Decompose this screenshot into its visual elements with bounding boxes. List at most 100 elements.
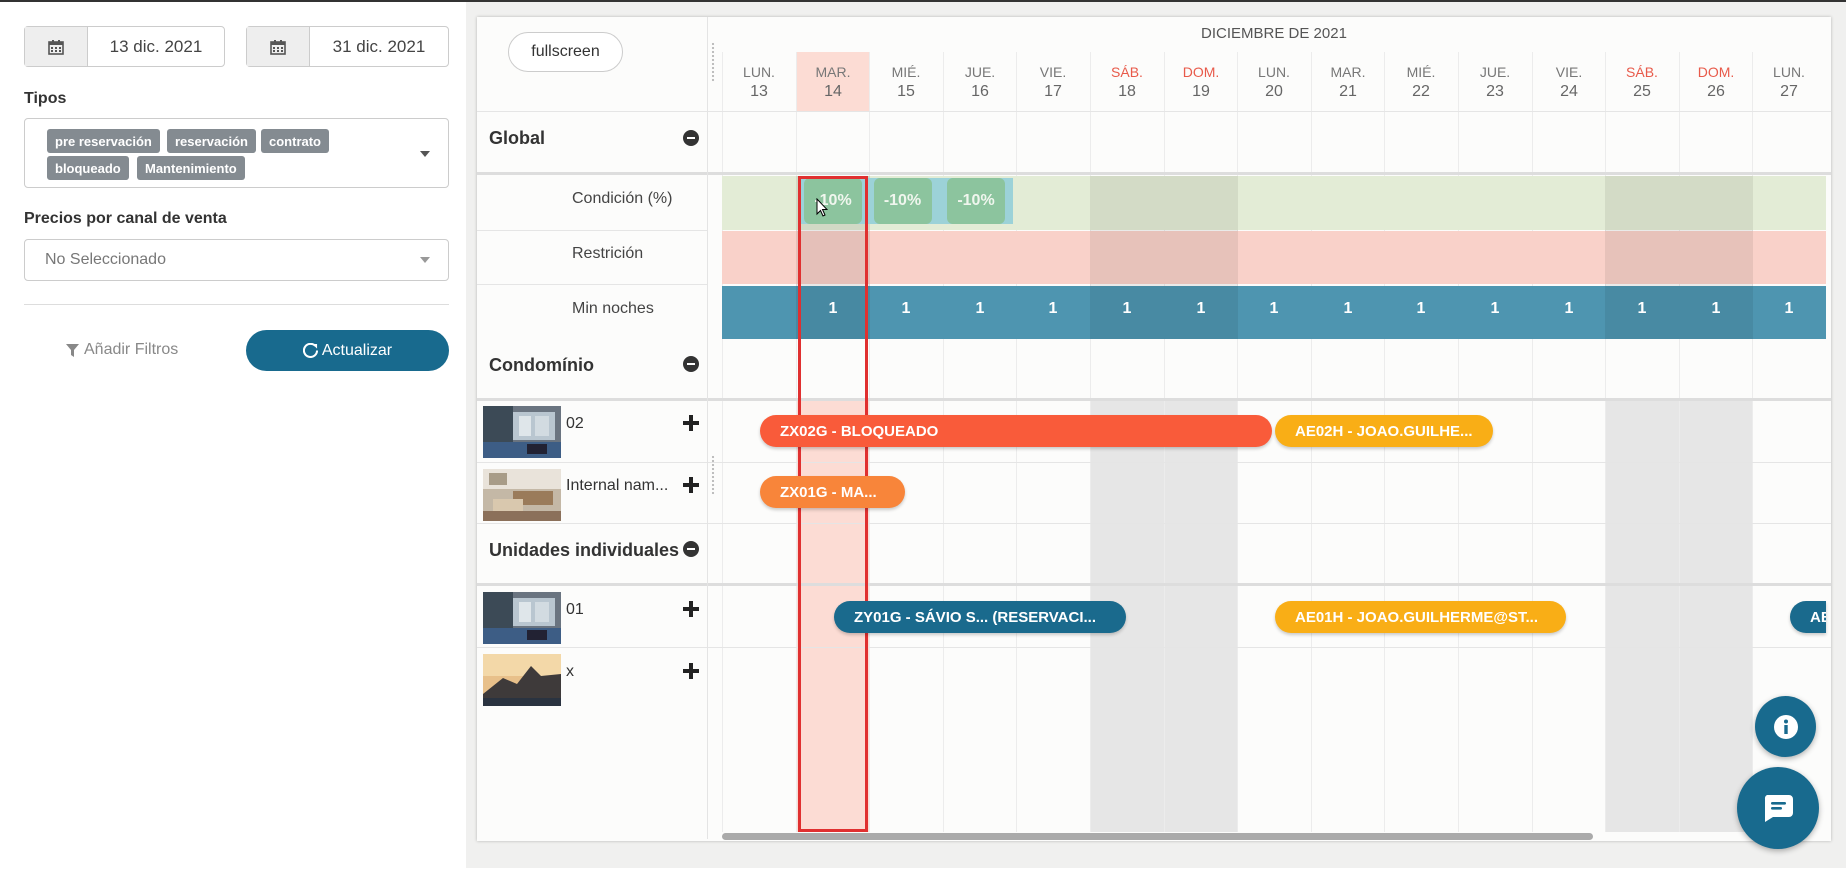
resize-handle[interactable]	[711, 42, 715, 82]
unit-name[interactable]: 02	[566, 415, 584, 433]
day-of-week: SÁB.	[1111, 64, 1143, 80]
tag-reservacion[interactable]: reservación	[167, 129, 256, 153]
min-noches-cell[interactable]: 1	[1384, 300, 1458, 318]
min-noches-cell[interactable]: 1	[1458, 300, 1532, 318]
day-header[interactable]: MIÉ. 15	[869, 52, 943, 112]
tipos-label: Tipos	[24, 90, 67, 107]
day-of-week: LUN.	[1258, 64, 1290, 80]
group-title-individuales: Unidades individuales	[489, 540, 680, 560]
expand-icon[interactable]	[683, 477, 699, 493]
unit-thumbnail	[483, 469, 561, 521]
discount-cell[interactable]: -10%	[939, 178, 1013, 224]
day-header[interactable]: DOM. 19	[1164, 52, 1238, 112]
info-button[interactable]	[1755, 696, 1816, 757]
date-to-value[interactable]: 31 dic. 2021	[310, 27, 448, 66]
expand-icon[interactable]	[683, 601, 699, 617]
day-header[interactable]: VIE. 17	[1016, 52, 1090, 112]
chat-button[interactable]	[1737, 767, 1819, 849]
date-from-value[interactable]: 13 dic. 2021	[88, 27, 224, 66]
min-noches-cell[interactable]: 1	[943, 300, 1017, 318]
booking-bar[interactable]: ZY01G - SÁVIO S... (RESERVACI...	[834, 601, 1126, 633]
mouse-cursor-icon	[816, 198, 828, 217]
unit-name[interactable]: x	[566, 663, 574, 681]
collapse-icon[interactable]	[683, 356, 699, 372]
min-noches-cell[interactable]: 1	[1090, 300, 1164, 318]
day-header[interactable]: SÁB. 25	[1605, 52, 1679, 112]
day-header[interactable]: LUN. 20	[1237, 52, 1311, 112]
scrollbar-thumb[interactable]	[722, 833, 1593, 840]
tag-contrato[interactable]: contrato	[261, 129, 329, 153]
chevron-down-icon[interactable]	[420, 151, 430, 157]
day-header[interactable]: MAR. 14	[796, 52, 870, 112]
day-header[interactable]: JUE. 16	[943, 52, 1017, 112]
tag-bloqueado[interactable]: bloqueado	[47, 156, 129, 180]
precios-select[interactable]: No Seleccionado	[24, 239, 449, 281]
column-divider	[722, 52, 723, 832]
day-number: 26	[1707, 83, 1725, 100]
column-divider	[1532, 52, 1533, 832]
day-header[interactable]: DOM. 26	[1679, 52, 1753, 112]
day-header[interactable]: LUN. 27	[1752, 52, 1826, 112]
discount-cell[interactable]: -10%	[866, 178, 939, 224]
min-noches-cell[interactable]: 1	[1679, 300, 1753, 318]
date-from-field[interactable]: 13 dic. 2021	[24, 26, 225, 67]
filter-icon	[66, 343, 79, 357]
tag-mantenimiento[interactable]: Mantenimiento	[137, 156, 245, 180]
min-noches-cell[interactable]: 1	[1605, 300, 1679, 318]
refresh-icon	[302, 343, 318, 358]
min-noches-cell[interactable]: 1	[1164, 300, 1238, 318]
day-number: 27	[1780, 83, 1798, 100]
min-noches-cell[interactable]: 1	[1532, 300, 1606, 318]
min-noches-cell[interactable]: 1	[1016, 300, 1090, 318]
chevron-down-icon[interactable]	[420, 257, 430, 263]
booking-bar[interactable]: AE02H - JOAO.GUILHE...	[1275, 415, 1493, 447]
collapse-icon[interactable]	[683, 541, 699, 557]
day-header[interactable]: VIE. 24	[1532, 52, 1606, 112]
collapse-icon[interactable]	[683, 130, 699, 146]
month-label: DICIEMBRE DE 2021	[1201, 25, 1347, 42]
min-noches-cell[interactable]: 1	[869, 300, 943, 318]
resize-handle[interactable]	[711, 455, 715, 495]
date-to-field[interactable]: 31 dic. 2021	[246, 26, 449, 67]
day-number: 15	[897, 83, 915, 100]
day-of-week: VIE.	[1555, 64, 1583, 80]
calendar-icon[interactable]	[247, 27, 310, 66]
day-number: 21	[1339, 83, 1357, 100]
day-of-week: MAR.	[1330, 64, 1366, 80]
weekend-column	[1605, 398, 1679, 832]
day-header[interactable]: MIÉ. 22	[1384, 52, 1458, 112]
booking-bar[interactable]: AE01H - JOAO.GUILHERME@ST...	[1275, 601, 1566, 633]
day-number: 16	[971, 83, 989, 100]
condicion-label: Condición (%)	[572, 190, 673, 207]
weekend-column	[1679, 398, 1753, 832]
min-noches-cell[interactable]: 1	[1752, 300, 1826, 318]
update-button[interactable]: Actualizar	[246, 330, 449, 371]
day-number: 24	[1560, 83, 1578, 100]
day-of-week: MIÉ.	[891, 64, 921, 80]
day-of-week: JUE.	[1479, 64, 1511, 80]
booking-bar[interactable]: AE	[1790, 601, 1826, 633]
expand-icon[interactable]	[683, 663, 699, 679]
tag-pre-reservacion[interactable]: pre reservación	[47, 129, 160, 153]
expand-icon[interactable]	[683, 415, 699, 431]
fullscreen-button[interactable]: fullscreen	[508, 32, 623, 72]
calendar-icon[interactable]	[25, 27, 88, 66]
booking-bar[interactable]: ZX01G - MA...	[760, 476, 905, 508]
day-header[interactable]: JUE. 23	[1458, 52, 1532, 112]
day-number: 13	[750, 83, 768, 100]
restriccion-label: Restrición	[572, 245, 644, 262]
unit-name[interactable]: Internal nam...	[566, 477, 668, 495]
unit-name[interactable]: 01	[566, 601, 584, 619]
tipos-multiselect[interactable]: pre reservación reservación contrato blo…	[24, 118, 449, 188]
day-header[interactable]: SÁB. 18	[1090, 52, 1164, 112]
day-header[interactable]: LUN. 13	[722, 52, 796, 112]
day-header[interactable]: MAR. 21	[1311, 52, 1385, 112]
day-number: 14	[824, 83, 842, 100]
day-of-week: MAR.	[815, 64, 851, 80]
min-noches-cell[interactable]: 1	[1237, 300, 1311, 318]
booking-bar[interactable]: ZX02G - BLOQUEADO	[760, 415, 1272, 447]
min-noches-cell[interactable]: 1	[1311, 300, 1385, 318]
discount-value: -10%	[873, 178, 932, 224]
add-filters-button[interactable]: Añadir Filtros	[66, 341, 178, 359]
group-title-condominio: Condomínio	[489, 355, 594, 375]
